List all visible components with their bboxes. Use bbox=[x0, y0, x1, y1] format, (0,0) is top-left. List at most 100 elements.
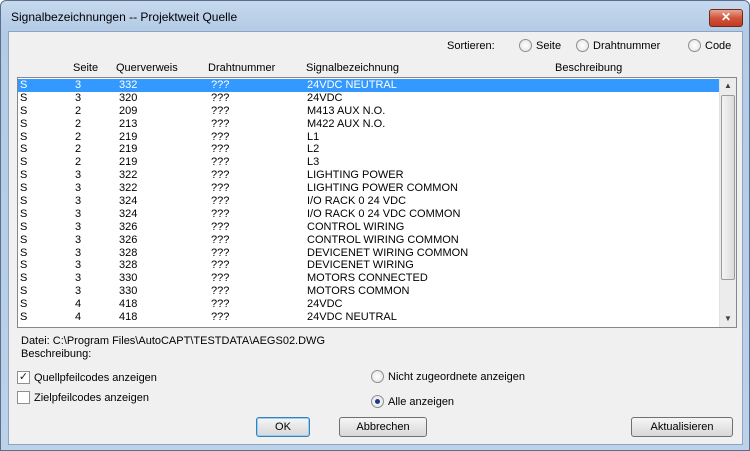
table-cell: S bbox=[20, 156, 28, 169]
signal-list[interactable]: S 3 332??? 24VDC NEUTRAL S 3 320??? 24VDC S 2 209?… bbox=[17, 77, 737, 328]
sort-seite-radio[interactable]: Seite bbox=[519, 39, 561, 52]
table-row[interactable]: S 2 219??? L2 bbox=[18, 143, 720, 156]
table-row[interactable]: S 3 324??? I/O RACK 0 24 VDC COMMON bbox=[18, 208, 720, 221]
table-cell: ??? bbox=[211, 182, 230, 195]
table-cell: I/O RACK 0 24 VDC bbox=[307, 195, 407, 208]
table-cell: ??? bbox=[211, 272, 230, 285]
table-cell: S bbox=[20, 130, 28, 143]
cancel-button[interactable]: Abbrechen bbox=[339, 417, 427, 437]
vertical-scrollbar[interactable]: ▲ ▼ bbox=[719, 78, 736, 327]
table-cell: DEVICENET WIRING COMMON bbox=[307, 246, 469, 259]
table-row[interactable]: S 3 326??? CONTROL WIRING COMMON bbox=[18, 234, 720, 247]
table-row[interactable]: S 3 322??? LIGHTING POWER COMMON bbox=[18, 182, 720, 195]
column-header-seite[interactable]: Seite bbox=[73, 62, 98, 74]
table-row[interactable]: S 2 219??? L1 bbox=[18, 131, 720, 144]
table-cell: 24VDC bbox=[307, 298, 343, 311]
scroll-up-arrow-icon[interactable]: ▲ bbox=[720, 78, 736, 94]
table-cell: M413 AUX N.O. bbox=[307, 104, 386, 117]
table-cell: ??? bbox=[211, 207, 230, 220]
table-row[interactable]: S 3 328??? DEVICENET WIRING bbox=[18, 259, 720, 272]
scroll-down-arrow-icon[interactable]: ▼ bbox=[720, 311, 736, 327]
table-cell: 322 bbox=[119, 169, 138, 182]
table-cell: ??? bbox=[211, 195, 230, 208]
column-header-drahtnummer[interactable]: Drahtnummer bbox=[208, 62, 275, 74]
table-cell: 213 bbox=[119, 117, 138, 130]
table-cell: LIGHTING POWER bbox=[307, 169, 404, 182]
dialog-window: Signalbezeichnungen -- Projektweit Quell… bbox=[0, 0, 750, 451]
table-cell: 24VDC NEUTRAL bbox=[307, 311, 397, 324]
window-title: Signalbezeichnungen -- Projektweit Quell… bbox=[11, 10, 238, 24]
table-row[interactable]: S 3 324??? I/O RACK 0 24 VDC bbox=[18, 195, 720, 208]
table-cell: MOTORS COMMON bbox=[307, 285, 410, 298]
table-cell: ??? bbox=[211, 220, 230, 233]
table-cell: S bbox=[20, 169, 28, 182]
radio-selected-icon bbox=[371, 395, 384, 408]
table-cell: ??? bbox=[211, 91, 230, 104]
table-cell: 219 bbox=[119, 130, 138, 143]
table-cell: 3 bbox=[75, 195, 82, 208]
column-header-signalbezeichnung[interactable]: Signalbezeichnung bbox=[306, 62, 399, 74]
table-row[interactable]: S 4 418??? 24VDC bbox=[18, 298, 720, 311]
column-header-querverweis[interactable]: Querverweis bbox=[116, 62, 178, 74]
alle-anzeigen-radio[interactable]: Alle anzeigen bbox=[371, 395, 454, 408]
signal-rows: S 3 332??? 24VDC NEUTRAL S 3 320??? 24VDC S 2 209?… bbox=[18, 79, 720, 324]
table-row[interactable]: S 3 326??? CONTROL WIRING bbox=[18, 221, 720, 234]
table-cell: 328 bbox=[119, 259, 138, 272]
table-cell: 3 bbox=[75, 285, 82, 298]
sort-code-radio[interactable]: Code bbox=[688, 39, 731, 52]
checkmark-icon: ✓ bbox=[17, 371, 30, 384]
table-row[interactable]: S 3 320??? 24VDC bbox=[18, 92, 720, 105]
table-cell: 3 bbox=[75, 182, 82, 195]
table-cell: 3 bbox=[75, 272, 82, 285]
table-cell: S bbox=[20, 272, 28, 285]
table-cell: 4 bbox=[75, 298, 82, 311]
table-cell: S bbox=[20, 104, 28, 117]
table-row[interactable]: S 4 418??? 24VDC NEUTRAL bbox=[18, 311, 720, 324]
table-row[interactable]: S 3 332??? 24VDC NEUTRAL bbox=[18, 79, 720, 92]
quellpfeilcodes-checkbox[interactable]: ✓ Quellpfeilcodes anzeigen bbox=[17, 371, 157, 384]
table-row[interactable]: S 2 219??? L3 bbox=[18, 156, 720, 169]
sort-drahtnummer-radio[interactable]: Drahtnummer bbox=[576, 39, 660, 52]
title-bar[interactable]: Signalbezeichnungen -- Projektweit Quell… bbox=[1, 1, 749, 31]
table-cell: 4 bbox=[75, 311, 82, 324]
table-row[interactable]: S 2 209??? M413 AUX N.O. bbox=[18, 105, 720, 118]
close-button[interactable]: ✕ bbox=[709, 9, 743, 27]
table-row[interactable]: S 3 330??? MOTORS COMMON bbox=[18, 285, 720, 298]
table-cell: ??? bbox=[211, 233, 230, 246]
table-cell: ??? bbox=[211, 311, 230, 324]
table-cell: L1 bbox=[307, 130, 320, 143]
dialog-client: Sortieren: Seite Drahtnummer Code Seite … bbox=[8, 31, 743, 445]
table-row[interactable]: S 3 322??? LIGHTING POWER bbox=[18, 169, 720, 182]
table-cell: 418 bbox=[119, 311, 138, 324]
table-cell: 3 bbox=[75, 233, 82, 246]
sort-drahtnummer-label: Drahtnummer bbox=[593, 39, 661, 52]
zielpfeilcodes-label: Zielpfeilcodes anzeigen bbox=[34, 391, 149, 404]
nicht-zugeordnete-radio[interactable]: Nicht zugeordnete anzeigen bbox=[371, 370, 525, 383]
sort-code-label: Code bbox=[705, 39, 732, 52]
table-cell: 24VDC bbox=[307, 91, 343, 104]
quellpfeilcodes-label: Quellpfeilcodes anzeigen bbox=[34, 371, 157, 384]
table-cell: S bbox=[20, 143, 28, 156]
scrollbar-thumb[interactable] bbox=[721, 95, 735, 280]
ok-button[interactable]: OK bbox=[256, 417, 310, 437]
table-row[interactable]: S 3 328??? DEVICENET WIRING COMMON bbox=[18, 247, 720, 260]
table-cell: 219 bbox=[119, 156, 138, 169]
table-cell: S bbox=[20, 207, 28, 220]
table-cell: I/O RACK 0 24 VDC COMMON bbox=[307, 207, 461, 220]
table-cell: 2 bbox=[75, 117, 82, 130]
table-cell: 322 bbox=[119, 182, 138, 195]
refresh-button[interactable]: Aktualisieren bbox=[631, 417, 733, 437]
table-cell: 3 bbox=[75, 169, 82, 182]
radio-icon bbox=[688, 39, 701, 52]
table-cell: L3 bbox=[307, 156, 320, 169]
table-cell: DEVICENET WIRING bbox=[307, 259, 414, 272]
table-cell: ??? bbox=[211, 130, 230, 143]
table-row[interactable]: S 2 213??? M422 AUX N.O. bbox=[18, 118, 720, 131]
zielpfeilcodes-checkbox[interactable]: Zielpfeilcodes anzeigen bbox=[17, 391, 149, 404]
column-header-beschreibung[interactable]: Beschreibung bbox=[555, 62, 622, 74]
sort-seite-label: Seite bbox=[536, 39, 562, 52]
table-row[interactable]: S 3 330??? MOTORS CONNECTED bbox=[18, 272, 720, 285]
radio-icon bbox=[576, 39, 589, 52]
table-cell: ??? bbox=[211, 104, 230, 117]
table-cell: S bbox=[20, 311, 28, 324]
